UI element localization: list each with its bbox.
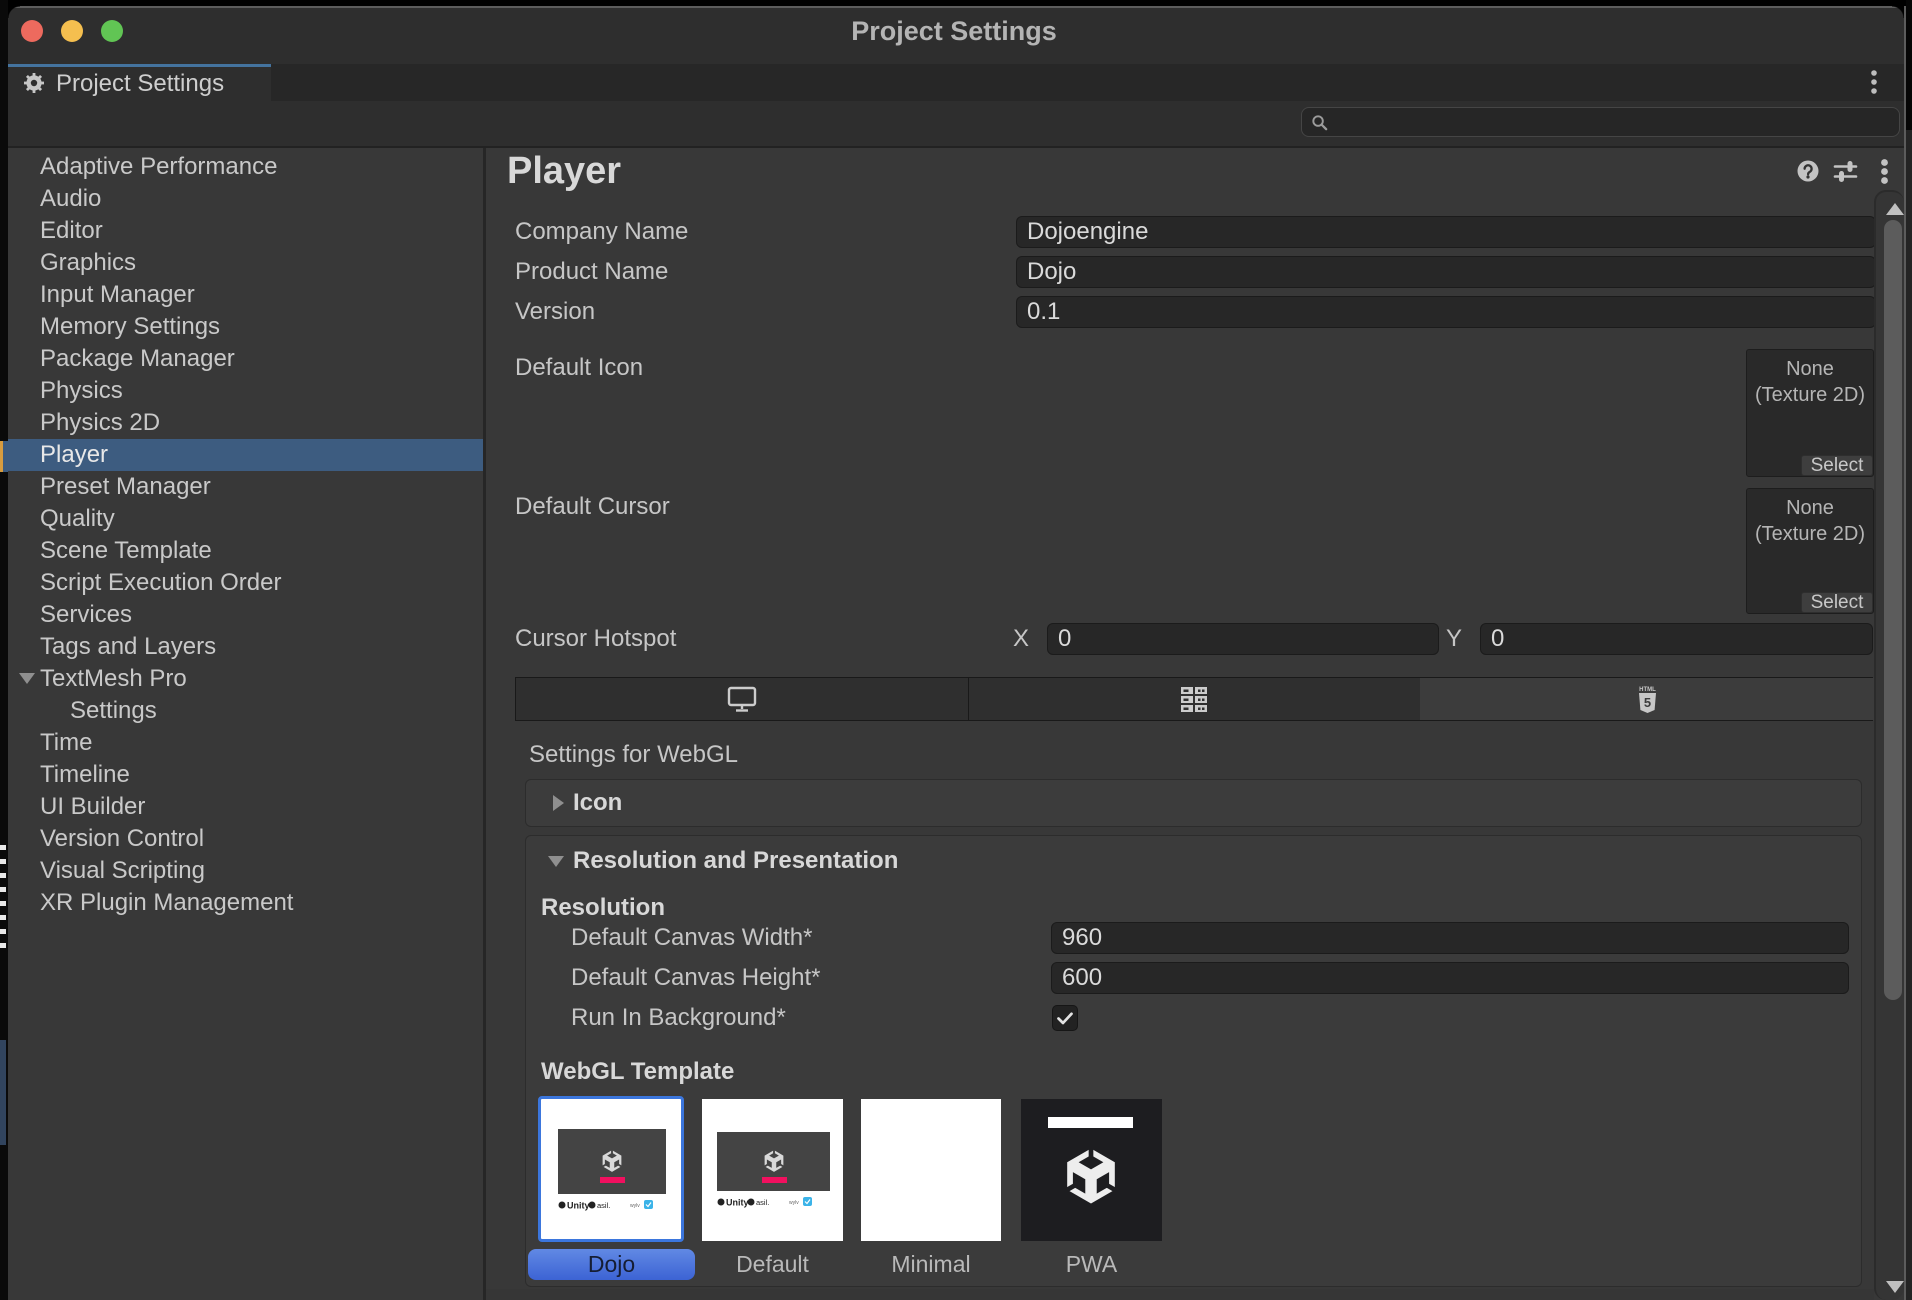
svg-text:asil.: asil.: [756, 1198, 769, 1207]
svg-text:wylv: wylv: [789, 1200, 799, 1206]
svg-text:HTML: HTML: [1639, 687, 1656, 693]
svg-text:asil.: asil.: [597, 1201, 610, 1210]
svg-text:5: 5: [1644, 695, 1651, 710]
svg-text:wylv: wylv: [630, 1203, 640, 1209]
svg-text:Unity: Unity: [567, 1201, 590, 1211]
svg-text:Unity: Unity: [726, 1198, 749, 1208]
